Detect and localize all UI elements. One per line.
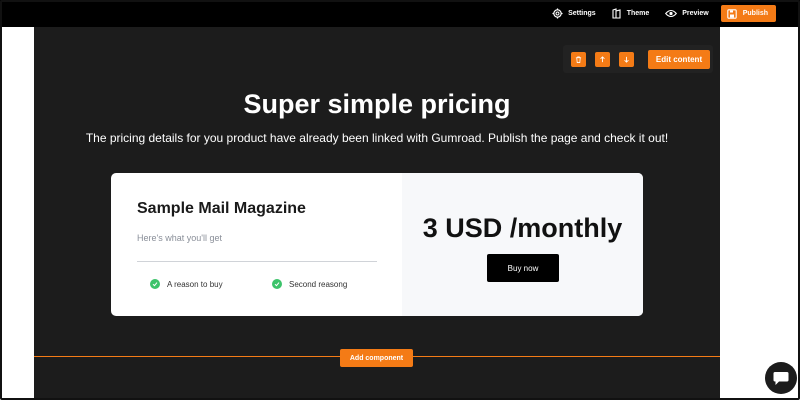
edit-content-button[interactable]: Edit content (648, 49, 710, 69)
section-controls: Edit content (563, 45, 713, 73)
feature-text: Second reasong (289, 279, 348, 289)
arrow-down-icon (624, 56, 629, 63)
divider (137, 261, 377, 262)
theme-icon (612, 8, 621, 19)
eye-icon (665, 9, 678, 18)
product-description: Here's what you'll get (137, 233, 222, 243)
preview-label: Preview (682, 10, 709, 17)
price: 3 USD /monthly (422, 213, 623, 243)
pricing-section: Edit content Super simple pricing The pr… (34, 27, 720, 400)
arrow-up-icon (600, 55, 605, 62)
delete-section-button[interactable] (571, 51, 586, 67)
editor-toolbar: Settings Theme Preview Publish (0, 0, 800, 27)
settings-label: Settings (568, 10, 596, 17)
preview-button[interactable]: Preview (665, 9, 709, 18)
product-details: Sample Mail Magazine Here's what you'll … (111, 173, 402, 316)
pricing-card: Sample Mail Magazine Here's what you'll … (111, 173, 643, 316)
chat-button[interactable] (765, 362, 797, 394)
feature-text: A reason to buy (167, 279, 223, 289)
buy-now-button[interactable]: Buy now (487, 254, 559, 282)
feature-item: Second reasong (272, 279, 394, 289)
page-subtitle: The pricing details for you product have… (85, 131, 669, 145)
feature-list: A reason to buy Second reasong (150, 279, 394, 289)
check-circle-icon (272, 279, 282, 289)
publish-button[interactable]: Publish (720, 5, 776, 22)
product-name: Sample Mail Magazine (137, 200, 306, 217)
theme-label: Theme (626, 10, 650, 17)
publish-label: Publish (742, 10, 768, 17)
trash-icon (575, 55, 582, 63)
price-panel: 3 USD /monthly Buy now (402, 173, 643, 316)
save-icon (726, 8, 737, 19)
settings-button[interactable]: Settings (552, 8, 596, 19)
move-up-button[interactable] (595, 51, 610, 67)
theme-button[interactable]: Theme (612, 8, 650, 19)
feature-item: A reason to buy (150, 279, 272, 289)
page-title: Super simple pricing (243, 89, 511, 119)
add-component-button[interactable]: Add component (340, 349, 413, 367)
check-circle-icon (150, 279, 160, 289)
gear-icon (552, 8, 563, 19)
move-down-button[interactable] (619, 51, 634, 67)
chat-bubble-icon (773, 371, 789, 385)
